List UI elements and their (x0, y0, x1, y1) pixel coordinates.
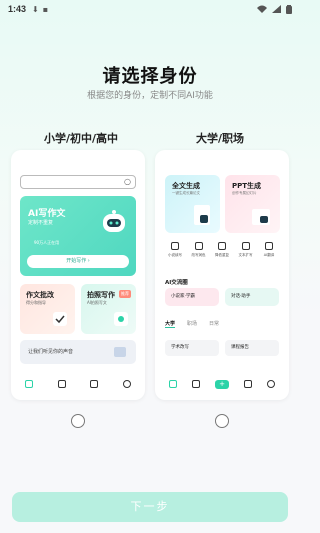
ai-write-users: 90万人正在用 (34, 240, 60, 245)
home-tab-icon (25, 380, 33, 388)
tool-expand: 文本扩写 (236, 242, 256, 258)
tab-work: 职场 (187, 321, 198, 327)
row-academic-rewrite: 学术改写 (165, 340, 219, 356)
novel-icon (171, 242, 179, 250)
status-time: 1:43 (8, 4, 27, 14)
profile-tab-icon (122, 380, 131, 388)
chat-tab-icon (244, 380, 252, 388)
next-button[interactable]: 下一步 (12, 492, 288, 522)
image-tab-icon (57, 380, 66, 388)
search-icon: ○ (124, 177, 131, 186)
college-tabbar: + (163, 378, 281, 390)
row-course-report: 课程报告 (225, 340, 279, 356)
translate-icon (265, 242, 273, 250)
feedback-banner: 让我们听见你的声音 (20, 340, 136, 364)
battery-icon (286, 4, 292, 14)
camera-icon (114, 312, 128, 326)
scene-tabs: 大学 职场 日常 (165, 320, 219, 328)
dedup-icon (218, 242, 226, 250)
megaphone-icon (114, 347, 126, 357)
section-label-college: 大学/职场 (196, 132, 245, 145)
essay-review-title: 作文批改 (26, 291, 54, 299)
page-title: 请选择身份 (102, 66, 198, 87)
page-subtitle: 根据您的身份，定制不同AI功能 (87, 91, 213, 101)
identity-card-school[interactable]: ○ AI写作文 定制不重复 90万人正在用 开始写作 › 作文批改 得分和指导 … (11, 150, 145, 400)
section-label-school: 小学/初中/高中 (44, 132, 119, 145)
photo-write-subtitle: AI拍照写文 (87, 300, 107, 305)
ppt-icon (252, 209, 270, 225)
plus-icon: + (215, 379, 229, 389)
ppt-subtitle: 创作专属幻灯片 (232, 191, 257, 195)
full-text-title: 全文生成 (172, 182, 200, 190)
pill-assistant: 对话·助手 (225, 288, 279, 306)
recommend-badge: 推荐 (119, 290, 131, 298)
robot-icon (103, 210, 125, 232)
ppt-title: PPT生成 (232, 182, 262, 190)
ai-write-subtitle: 定制不重复 (28, 220, 54, 226)
essay-review-card: 作文批改 得分和指导 (20, 284, 75, 334)
full-text-card: 全文生成 一键生成长篇论文 (165, 175, 220, 233)
ai-write-title: AI写作文 (28, 209, 66, 219)
home-tab-icon (169, 380, 177, 388)
expand-icon (241, 242, 250, 250)
notification-icon: ▪ (42, 4, 49, 14)
tool-translate: AI翻译 (259, 242, 279, 258)
search-bar: ○ (20, 175, 136, 189)
radio-college[interactable] (215, 414, 229, 428)
feedback-text: 让我们听见你的声音 (28, 349, 74, 355)
signal-icon (272, 5, 281, 13)
ai-circle-title: AI交流圈 (165, 280, 188, 286)
tool-rewrite: 改写润色 (189, 242, 209, 258)
radio-school[interactable] (71, 414, 85, 428)
ppt-card: PPT生成 创作专属幻灯片 (225, 175, 280, 233)
status-bar: 1:43 ⬇ ▪ (0, 0, 300, 18)
rewrite-icon (194, 242, 203, 250)
chat-tab-icon (90, 380, 99, 388)
pill-novelist: 小说家·学霸 (165, 288, 219, 306)
ai-write-card: AI写作文 定制不重复 90万人正在用 开始写作 › (20, 196, 136, 276)
identity-card-college[interactable]: 全文生成 一键生成长篇论文 PPT生成 创作专属幻灯片 小说续写 改写润色 降低… (155, 150, 289, 400)
full-text-subtitle: 一键生成长篇论文 (172, 191, 200, 195)
essay-review-subtitle: 得分和指导 (26, 300, 46, 305)
tab-daily: 日常 (209, 321, 220, 327)
photo-write-card: 拍照写作 AI拍照写文 推荐 (81, 284, 136, 334)
tool-novel: 小说续写 (165, 242, 185, 258)
tool-row: 小说续写 改写润色 降低重复 文本扩写 AI翻译 (165, 242, 279, 258)
checkbox-icon (53, 312, 67, 326)
image-tab-icon (192, 380, 200, 388)
download-icon: ⬇ (32, 4, 39, 14)
start-writing-button: 开始写作 › (27, 255, 129, 268)
tab-university: 大学 (165, 321, 176, 328)
wifi-icon (257, 5, 267, 13)
photo-write-title: 拍照写作 (87, 291, 115, 299)
school-tabbar (19, 378, 137, 390)
document-icon (194, 205, 210, 225)
tool-dedup: 降低重复 (212, 242, 232, 258)
profile-tab-icon (267, 380, 275, 388)
